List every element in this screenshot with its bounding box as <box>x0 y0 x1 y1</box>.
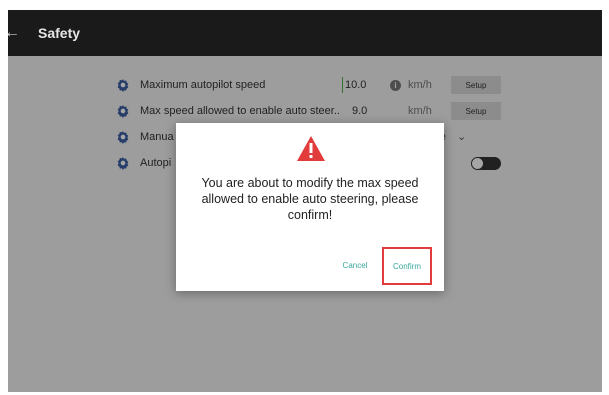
warning-triangle-icon <box>297 136 325 161</box>
dialog-message: You are about to modify the max speed al… <box>201 176 419 222</box>
confirm-dialog: You are about to modify the max speed al… <box>176 123 444 291</box>
confirm-button[interactable]: Confirm <box>382 247 432 285</box>
app-screen: ← Safety Maximum autopilot speed i km/h … <box>8 10 602 392</box>
page-title: Safety <box>38 25 81 41</box>
back-button[interactable]: ← <box>8 10 20 56</box>
arrow-left-icon: ← <box>8 24 20 41</box>
cancel-button[interactable]: Cancel <box>336 255 374 275</box>
top-bar: ← Safety <box>8 10 602 56</box>
